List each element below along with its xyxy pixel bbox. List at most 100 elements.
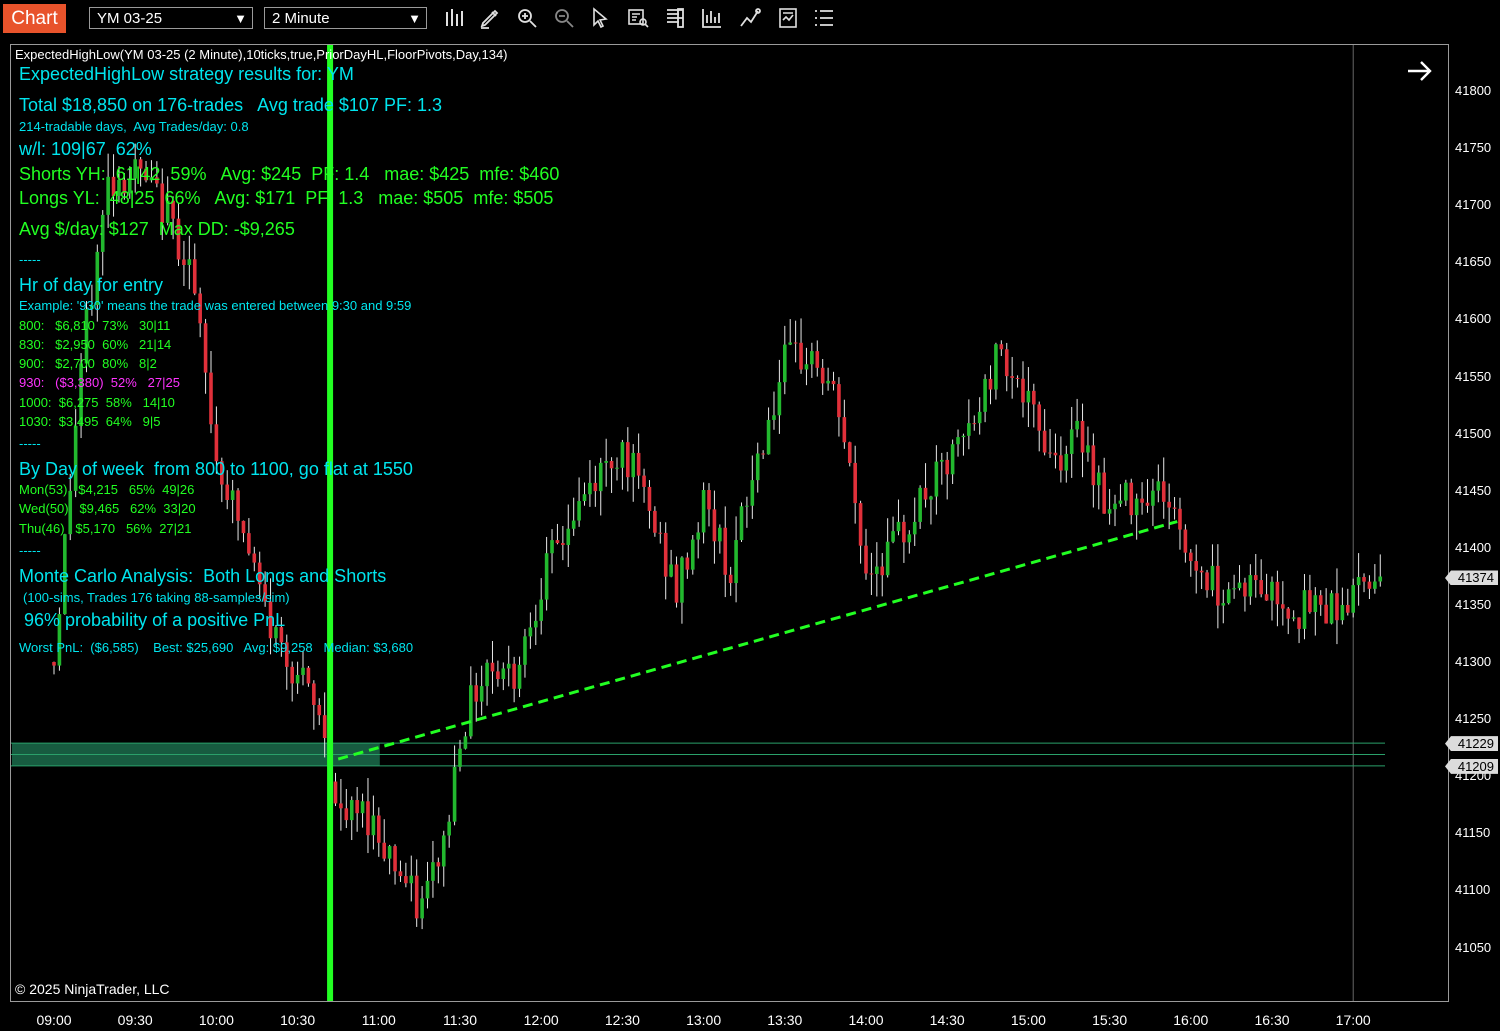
candle-body xyxy=(1010,376,1014,378)
candle-body xyxy=(1210,565,1215,591)
candle-body xyxy=(609,460,614,469)
results-avg-day: Avg $/day: $127 Max DD: -$9,265 xyxy=(19,219,295,239)
x-tick-label: 13:30 xyxy=(767,1012,803,1028)
candle-body xyxy=(425,880,430,899)
candle-body xyxy=(907,534,912,543)
candle-body xyxy=(366,801,370,836)
hr-row: 900: $2,700 80% 8|2 xyxy=(19,356,157,371)
y-tick-label: 41250 xyxy=(1455,711,1492,727)
indicator-title: ExpectedHighLow(YM 03-25 (2 Minute),10ti… xyxy=(15,47,508,62)
candle-body xyxy=(1335,593,1339,621)
candle-body xyxy=(230,490,235,500)
candle-body xyxy=(718,527,722,542)
candle-body xyxy=(490,662,495,672)
candle-body xyxy=(707,490,711,510)
candle-body xyxy=(582,494,587,502)
candle-body xyxy=(918,487,922,522)
results-wl: w/l: 109|67 62% xyxy=(19,139,152,159)
y-tick-label: 41100 xyxy=(1455,882,1491,898)
candle-body xyxy=(788,342,793,345)
candle-body xyxy=(1113,503,1117,510)
candle-body xyxy=(620,442,625,468)
candle-body xyxy=(945,459,949,475)
candle-body xyxy=(1069,429,1074,454)
candle-body xyxy=(875,566,879,574)
price-tag: 41374 xyxy=(1445,570,1498,586)
candle-body xyxy=(1107,509,1112,514)
candle-body xyxy=(1340,604,1345,621)
candle-body xyxy=(728,574,733,584)
candle-body xyxy=(447,821,451,836)
candle-body xyxy=(349,800,354,821)
candle-body xyxy=(939,459,944,462)
candle-body xyxy=(1243,582,1247,597)
y-tick-label: 41800 xyxy=(1455,83,1492,98)
x-tick-label: 09:00 xyxy=(36,1012,72,1028)
results-days: 214-tradable days, Avg Trades/day: 0.8 xyxy=(19,119,249,134)
candle-body xyxy=(252,553,257,563)
candle-body xyxy=(837,384,841,418)
hr-row-negative: 930: ($3,380) 52% 27|25 xyxy=(19,375,180,390)
candle-body xyxy=(322,715,327,739)
candle-body xyxy=(766,419,771,455)
candle-body xyxy=(950,444,955,475)
candle-body xyxy=(853,462,857,504)
y-tick-label: 41500 xyxy=(1455,425,1492,441)
candle-body xyxy=(1183,529,1188,553)
candle-body xyxy=(723,527,728,575)
x-tick-label: 11:00 xyxy=(361,1012,396,1028)
candle-body xyxy=(956,437,960,445)
candle-body xyxy=(1351,585,1355,613)
hr-row: 830: $2,950 60% 21|14 xyxy=(19,337,172,352)
x-tick-label: 15:30 xyxy=(1092,1012,1128,1028)
candle-body xyxy=(317,704,322,716)
hr-example: Example: '930' means the trade was enter… xyxy=(19,298,412,313)
y-tick-label: 41650 xyxy=(1455,254,1492,270)
candle-body xyxy=(214,424,219,462)
candle-body xyxy=(598,462,603,492)
candle-body xyxy=(469,685,473,737)
candle-body xyxy=(631,452,636,478)
x-tick-label: 12:00 xyxy=(523,1012,559,1028)
candle-body xyxy=(463,736,468,749)
mc-subtitle: (100-sims, Trades 176 taking 88-samples/… xyxy=(23,590,290,605)
candle-body xyxy=(436,862,441,867)
y-tick-label: 41550 xyxy=(1455,368,1492,384)
candle-body xyxy=(1172,507,1177,509)
y-tick-label: 41150 xyxy=(1455,825,1491,841)
candle-body xyxy=(52,662,56,666)
candle-body xyxy=(1264,594,1269,601)
candle-body xyxy=(1281,604,1285,609)
candle-body xyxy=(544,553,549,600)
candle-body xyxy=(1297,617,1301,629)
candle-body xyxy=(339,803,343,809)
candle-body xyxy=(1053,452,1058,456)
mc-probability: 96% probability of a positive PnL xyxy=(24,610,286,630)
candle-body xyxy=(555,540,560,544)
candle-body xyxy=(533,620,538,628)
candle-body xyxy=(301,667,305,675)
price-chart xyxy=(11,45,1385,1001)
candle-body xyxy=(804,364,809,370)
candle-body xyxy=(1367,581,1372,589)
candle-body xyxy=(1086,445,1090,453)
candle-body xyxy=(333,781,338,804)
candle-body xyxy=(1037,404,1042,431)
candle-body xyxy=(988,378,993,390)
candle-body xyxy=(409,875,414,884)
candle-body xyxy=(934,461,939,497)
candle-body xyxy=(891,531,895,542)
candle-body xyxy=(577,501,581,521)
candle-body xyxy=(377,815,381,843)
candle-body xyxy=(858,503,863,546)
candle-body xyxy=(653,510,657,533)
candle-body xyxy=(902,521,906,543)
candle-body xyxy=(1270,581,1274,601)
y-tick-label: 41350 xyxy=(1455,596,1492,612)
candle-body xyxy=(355,800,359,814)
candle-body xyxy=(1151,490,1155,506)
candle-body xyxy=(187,259,192,266)
candle-body xyxy=(1026,390,1031,403)
candle-body xyxy=(647,486,652,511)
hr-row: 1030: $3,495 64% 9|5 xyxy=(19,414,161,429)
